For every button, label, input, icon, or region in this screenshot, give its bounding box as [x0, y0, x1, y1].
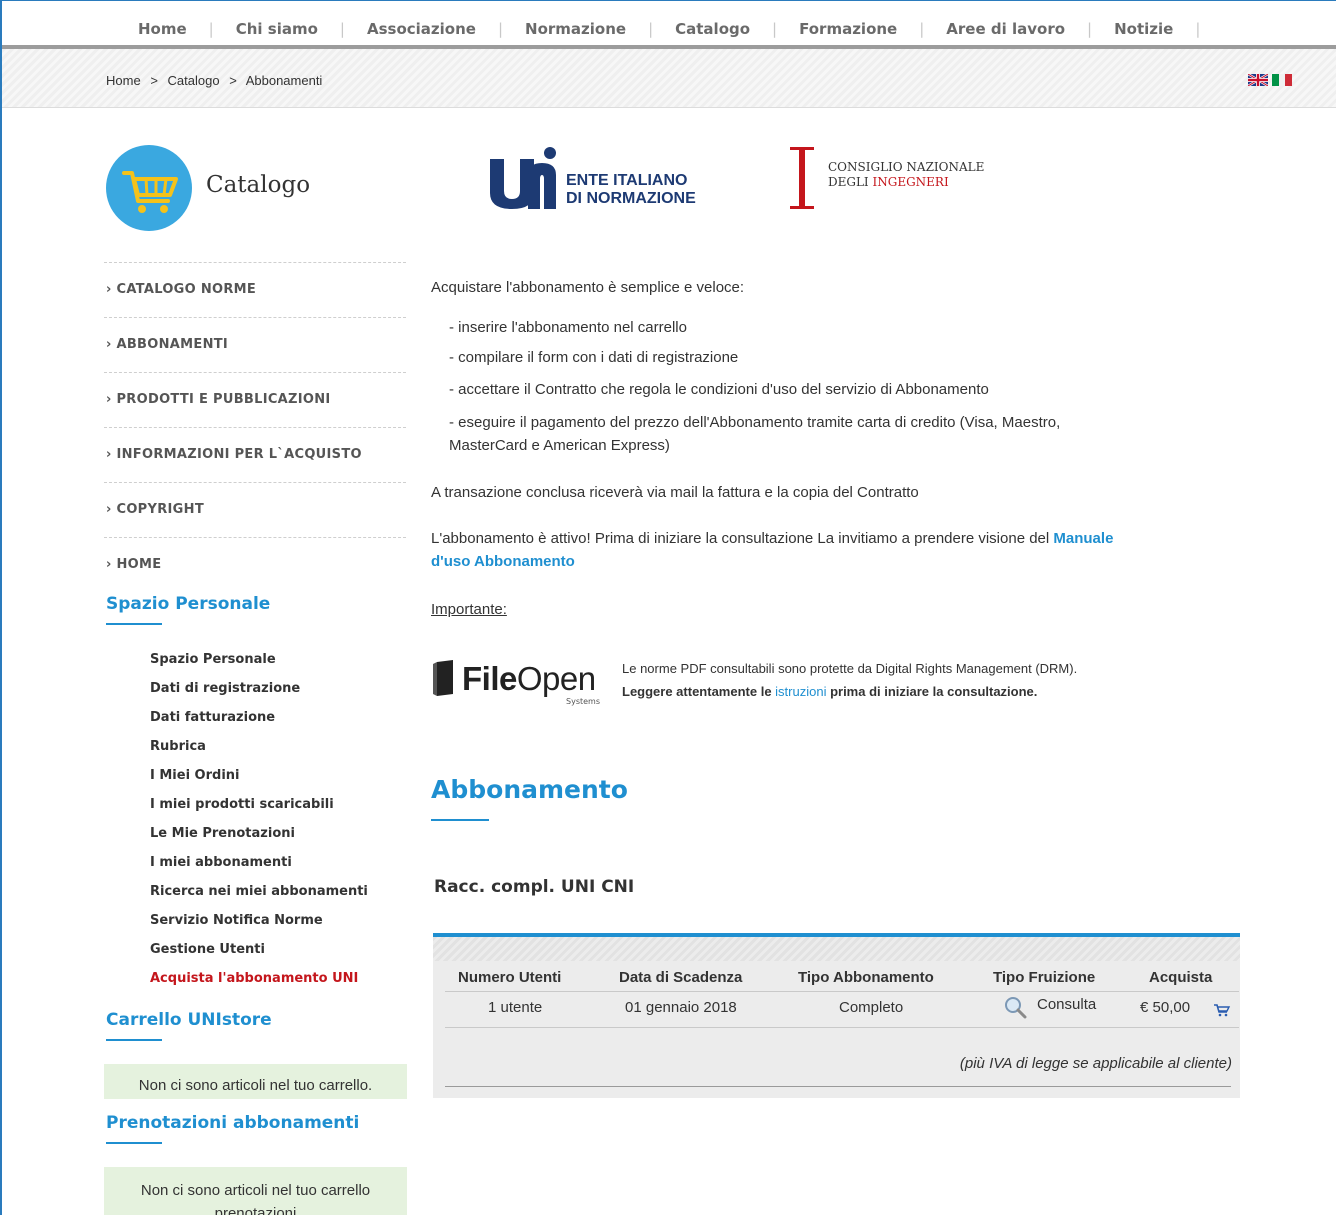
breadcrumb-home[interactable]: Home: [106, 73, 141, 88]
language-switcher: [1248, 74, 1292, 86]
nav-notizie[interactable]: Notizie |: [1114, 20, 1222, 38]
cart-empty-message: Non ci sono articoli nel tuo carrello.: [138, 1077, 373, 1094]
nav-chi-siamo[interactable]: Chi siamo |: [236, 20, 367, 38]
col-header-fruizione: Tipo Fruizione: [993, 969, 1096, 986]
prenotazioni-heading: Prenotazioni abbonamenti: [106, 1113, 360, 1133]
transazione-text: A transazione conclusa riceverà via mail…: [431, 484, 919, 501]
abbonamento-heading: Abbonamento: [431, 775, 628, 804]
manuale-link-cont: d'uso Abbonamento: [431, 550, 575, 573]
step-item: - accettare il Contratto che regola le c…: [449, 381, 989, 398]
cell-tipo: Completo: [839, 999, 904, 1016]
prenotazioni-empty-message-cont: prenotazioni: [214, 1205, 297, 1215]
link-dati-fatturazione[interactable]: Dati fatturazione: [150, 710, 368, 739]
consulta-link[interactable]: Consulta: [1037, 996, 1096, 1013]
heading-underline: [106, 1142, 162, 1144]
cni-logo-text: CONSIGLIO NAZIONALE DEGLI INGEGNERI: [828, 160, 985, 189]
nav-associazione[interactable]: Associazione |: [367, 20, 525, 38]
nav-home[interactable]: Home |: [138, 20, 236, 38]
menu-item-catalogo-norme[interactable]: CATALOGO NORME: [104, 262, 406, 317]
nav-formazione[interactable]: Formazione |: [799, 20, 946, 38]
row-divider: [445, 991, 1239, 992]
product-title: Racc. compl. UNI CNI: [434, 877, 635, 897]
cell-scadenza: 01 gennaio 2018: [625, 999, 737, 1016]
shopping-cart-icon: [122, 171, 178, 213]
link-rubrica[interactable]: Rubrica: [150, 739, 368, 768]
nav-catalogo[interactable]: Catalogo |: [675, 20, 799, 38]
breadcrumb-catalogo[interactable]: Catalogo: [168, 73, 220, 88]
col-header-scadenza: Data di Scadenza: [619, 969, 743, 986]
table-bottom-line: [445, 1086, 1231, 1087]
iva-note: (più IVA di legge se applicabile al clie…: [959, 1055, 1232, 1072]
spazio-personale-heading: Spazio Personale: [106, 594, 271, 614]
cart-empty-box: Non ci sono articoli nel tuo carrello.: [104, 1064, 407, 1099]
menu-item-abbonamenti[interactable]: ABBONAMENTI: [104, 317, 406, 372]
uk-flag-icon[interactable]: [1248, 74, 1268, 86]
table-stripe: [433, 937, 1240, 961]
fileopen-logo-icon: [433, 660, 453, 696]
link-dati-registrazione[interactable]: Dati di registrazione: [150, 681, 368, 710]
uni-logo-icon: [490, 147, 556, 209]
col-header-acquista: Acquista: [1149, 969, 1213, 986]
intro-text: Acquistare l'abbonamento è semplice e ve…: [431, 279, 745, 296]
link-miei-abbonamenti[interactable]: I miei abbonamenti: [150, 855, 368, 884]
link-gestione-utenti[interactable]: Gestione Utenti: [150, 942, 368, 971]
link-prodotti-scaricabili[interactable]: I miei prodotti scaricabili: [150, 797, 368, 826]
drm-instructions: Leggere attentamente le istruzioni prima…: [622, 684, 1038, 699]
subscription-table: Numero Utenti Data di Scadenza Tipo Abbo…: [433, 933, 1240, 1098]
link-notifica-norme[interactable]: Servizio Notifica Norme: [150, 913, 368, 942]
attivo-text: L'abbonamento è attivo! Prima di iniziar…: [431, 530, 1114, 547]
menu-item-prodotti-pubblicazioni[interactable]: PRODOTTI E PUBBLICAZIONI: [104, 372, 406, 427]
add-to-cart-icon[interactable]: [1213, 1003, 1231, 1017]
drm-notice: Le norme PDF consultabili sono protette …: [622, 661, 1078, 676]
manuale-link[interactable]: d'uso Abbonamento: [431, 553, 575, 570]
breadcrumb-band: Home > Catalogo > Abbonamenti: [2, 49, 1336, 108]
step-item: - compilare il form con i dati di regist…: [449, 349, 739, 366]
uni-logo-text: ENTE ITALIANO DI NORMAZIONE: [566, 172, 696, 207]
link-spazio-personale[interactable]: Spazio Personale: [150, 652, 368, 681]
link-miei-ordini[interactable]: I Miei Ordini: [150, 768, 368, 797]
menu-item-informazioni-acquisto[interactable]: INFORMAZIONI PER L`ACQUISTO: [104, 427, 406, 482]
nav-aree-di-lavoro[interactable]: Aree di lavoro |: [946, 20, 1114, 38]
step-item-cont: MasterCard e American Express): [449, 437, 670, 454]
catalog-cart-badge: [106, 145, 192, 231]
cell-utenti: 1 utente: [488, 999, 543, 1016]
col-header-utenti: Numero Utenti: [458, 969, 562, 986]
breadcrumb-abbonamenti: Abbonamenti: [245, 73, 323, 88]
menu-item-copyright[interactable]: COPYRIGHT: [104, 482, 406, 537]
top-navigation: Home | Chi siamo | Associazione | Normazion…: [2, 1, 1336, 45]
link-mie-prenotazioni[interactable]: Le Mie Prenotazioni: [150, 826, 368, 855]
breadcrumb-separator: >: [150, 73, 158, 88]
italy-flag-icon[interactable]: [1272, 74, 1292, 86]
fileopen-systems-label: Systems: [566, 697, 600, 706]
magnifier-icon[interactable]: [1003, 995, 1029, 1019]
link-acquista-abbonamento[interactable]: Acquista l'abbonamento UNI: [150, 971, 368, 1000]
breadcrumb-separator: >: [229, 73, 237, 88]
nav-normazione[interactable]: Normazione |: [525, 20, 675, 38]
cell-prezzo: € 50,00: [1140, 999, 1191, 1016]
heading-underline: [431, 819, 489, 821]
cni-logo-icon: [790, 147, 814, 209]
col-header-tipo: Tipo Abbonamento: [798, 969, 934, 986]
row-divider: [445, 1027, 1239, 1028]
prenotazioni-empty-message: Non ci sono articoli nel tuo carrello: [140, 1182, 371, 1199]
breadcrumb: Home > Catalogo > Abbonamenti: [106, 73, 328, 88]
step-item: - eseguire il pagamento del prezzo dell'…: [449, 414, 1061, 431]
heading-underline: [106, 623, 162, 625]
prenotazioni-empty-box: Non ci sono articoli nel tuo carrello pr…: [104, 1167, 407, 1215]
manuale-link[interactable]: Manuale: [1053, 530, 1113, 547]
fileopen-logo-text: FileOpen: [462, 660, 596, 697]
menu-item-home[interactable]: HOME: [104, 537, 406, 592]
importante-label: Importante:: [431, 601, 507, 618]
carrello-heading: Carrello UNIstore: [106, 1010, 272, 1030]
catalog-menu: CATALOGO NORME ABBONAMENTI PRODOTTI E PU…: [104, 262, 406, 592]
istruzioni-link[interactable]: istruzioni: [775, 684, 826, 699]
spazio-personale-list: Spazio Personale Dati di registrazione D…: [150, 652, 368, 1000]
catalog-title: Catalogo: [206, 172, 311, 198]
heading-underline: [106, 1039, 162, 1041]
step-item: - inserire l'abbonamento nel carrello: [449, 319, 687, 336]
link-ricerca-abbonamenti[interactable]: Ricerca nei miei abbonamenti: [150, 884, 368, 913]
